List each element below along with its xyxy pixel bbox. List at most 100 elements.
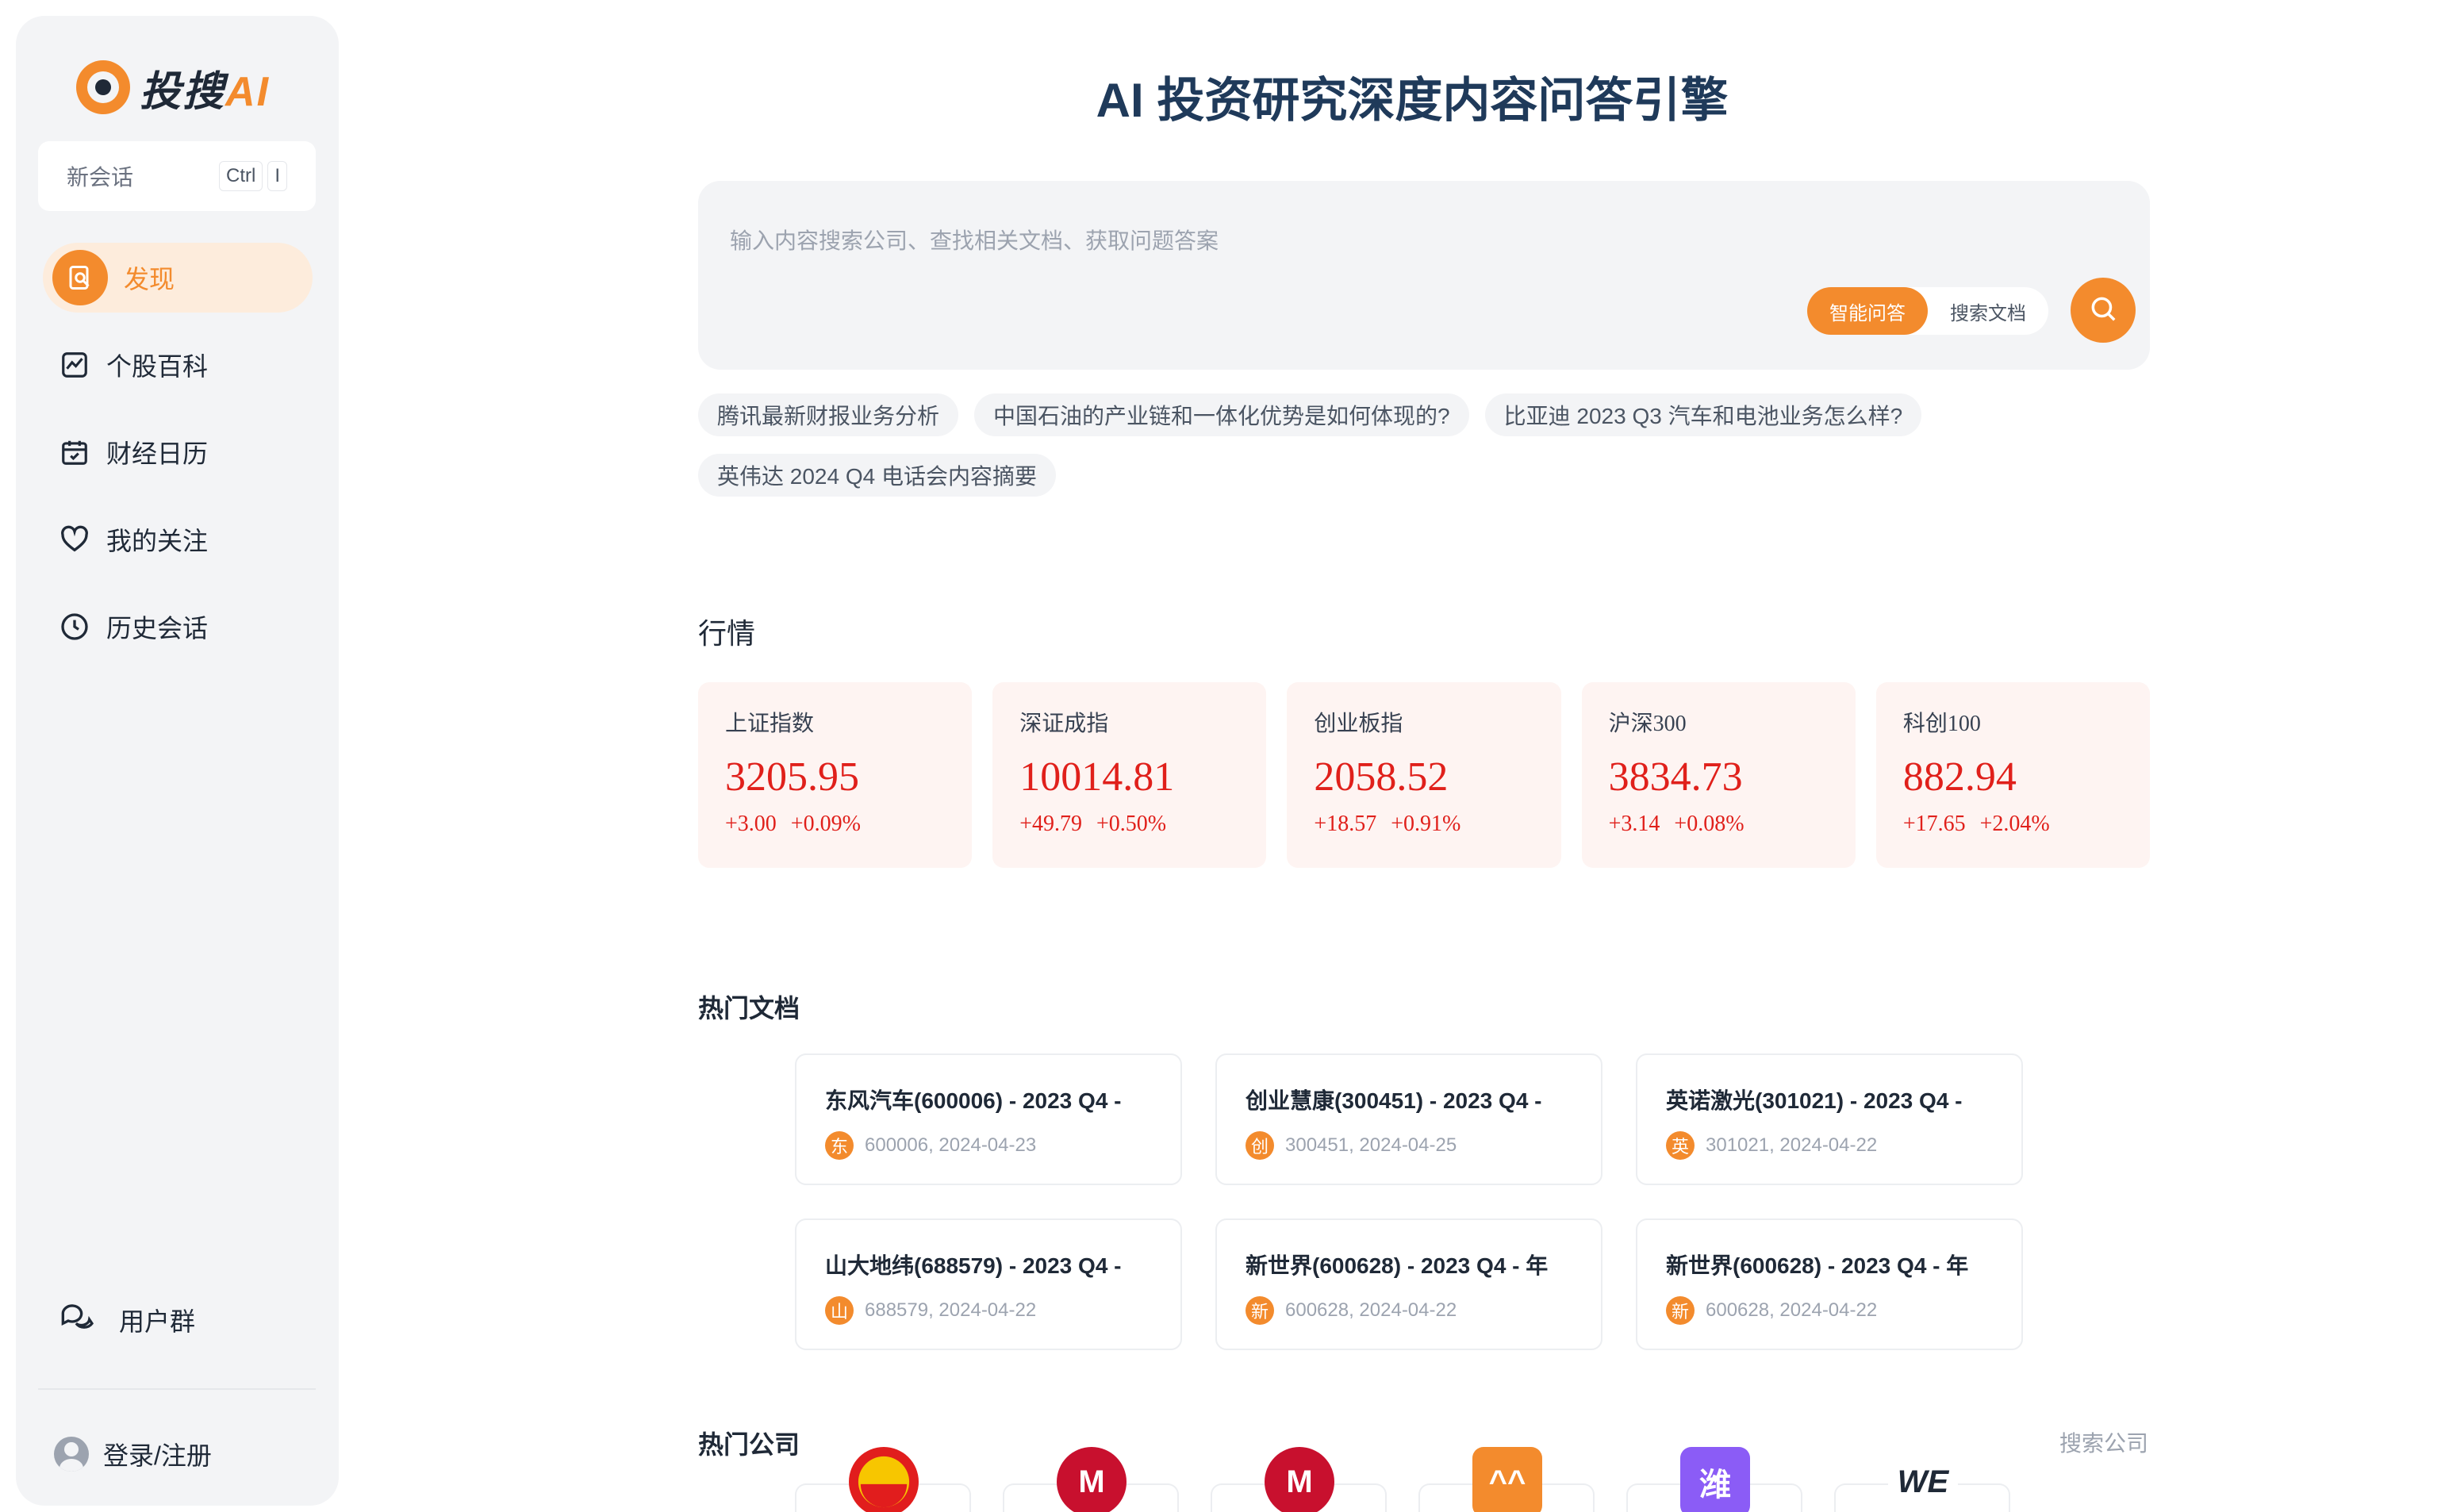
doc-card[interactable]: 东风汽车(600006) - 2023 Q4 - 东 600006, 2024-0…	[795, 1053, 1182, 1185]
doc-title: 创业慧康(300451) - 2023 Q4 -	[1246, 1088, 1542, 1113]
company-badge: 新	[1246, 1296, 1274, 1325]
index-change-pct: +2.04%	[1979, 812, 2050, 836]
index-change-pct: +0.50%	[1096, 812, 1167, 836]
suggestion-chip[interactable]: 比亚迪 2023 Q3 汽车和电池业务怎么样?	[1484, 393, 1922, 436]
search-company-link[interactable]: 搜索公司	[2059, 1426, 2148, 1458]
index-name: 科创100	[1902, 712, 1981, 736]
mode-search-docs[interactable]: 搜索文档	[1928, 287, 2048, 335]
weichai-logo-icon: 潍	[1680, 1447, 1750, 1512]
index-value: 3834.73	[1608, 754, 1743, 800]
index-value: 3205.95	[725, 754, 859, 800]
app-logo[interactable]: 投搜AI	[76, 48, 270, 127]
shortcut-hint: Ctrl I	[219, 161, 287, 191]
doc-title: 山大地纬(688579) - 2023 Q4 -	[825, 1253, 1122, 1278]
doc-meta: 600628, 2024-04-22	[1285, 1299, 1457, 1321]
market-card[interactable]: 创业板指 2058.52 +18.57 +0.91%	[1287, 682, 1561, 868]
new-chat-button[interactable]: 新会话 Ctrl I	[38, 141, 316, 211]
index-name: 上证指数	[725, 712, 815, 736]
sidebar-item-label: 历史会话	[106, 614, 209, 643]
market-card[interactable]: 上证指数 3205.95 +3.00 +0.09%	[698, 682, 973, 868]
sidebar-item-label: 我的关注	[106, 527, 209, 555]
index-name: 沪深300	[1608, 712, 1687, 736]
doc-card[interactable]: 山大地纬(688579) - 2023 Q4 - 山 688579, 2024-0…	[795, 1218, 1182, 1350]
calendar-icon	[59, 436, 90, 468]
hot-companies-row: M M ^^ 潍 WE	[795, 1447, 2010, 1512]
logo-text: 投搜	[140, 68, 226, 115]
doc-card[interactable]: 新世界(600628) - 2023 Q4 - 年 新 600628, 2024-…	[1636, 1218, 2023, 1350]
suggestion-chip[interactable]: 中国石油的产业链和一体化优势是如何体现的?	[974, 393, 1469, 436]
market-card[interactable]: 深证成指 10014.81 +49.79 +0.50%	[992, 682, 1267, 868]
doc-meta: 600628, 2024-04-22	[1706, 1299, 1878, 1321]
company-card[interactable]: 潍	[1626, 1447, 1802, 1512]
doc-title: 新世界(600628) - 2023 Q4 - 年	[1246, 1253, 1549, 1278]
market-card[interactable]: 沪深300 3834.73 +3.14 +0.08%	[1581, 682, 1856, 868]
index-change-pct: +0.09%	[790, 812, 861, 836]
index-name: 创业板指	[1314, 712, 1403, 736]
kbd-i: I	[267, 161, 287, 191]
doc-title: 东风汽车(600006) - 2023 Q4 -	[825, 1088, 1122, 1113]
doc-meta: 600006, 2024-04-23	[865, 1134, 1037, 1156]
sidebar-item-calendar[interactable]: 财经日历	[43, 417, 313, 487]
company-badge: 新	[1666, 1296, 1695, 1325]
sidebar-item-label: 财经日历	[106, 439, 209, 468]
doc-card[interactable]: 英诺激光(301021) - 2023 Q4 - 英 301021, 2024-0…	[1636, 1053, 2023, 1185]
discover-icon	[52, 250, 108, 305]
index-value: 10014.81	[1019, 754, 1175, 800]
sidebar-item-label: 个股百科	[106, 352, 209, 381]
index-change: +18.57	[1314, 812, 1377, 836]
doc-card[interactable]: 新世界(600628) - 2023 Q4 - 年 新 600628, 2024-…	[1215, 1218, 1602, 1350]
sidebar-item-favorites[interactable]: 我的关注	[43, 505, 313, 574]
doc-title: 英诺激光(301021) - 2023 Q4 -	[1666, 1088, 1963, 1113]
suggestion-chip[interactable]: 腾讯最新财报业务分析	[698, 393, 959, 436]
cmb-logo-icon: M	[1265, 1447, 1334, 1512]
company-card[interactable]	[795, 1447, 971, 1512]
cmb-logo-icon: M	[1057, 1447, 1127, 1512]
market-cards: 上证指数 3205.95 +3.00 +0.09% 深证成指 10014.81 +…	[698, 682, 2151, 868]
login-button[interactable]: 登录/注册	[54, 1436, 212, 1472]
company-card[interactable]: WE	[1834, 1447, 2010, 1512]
new-chat-label: 新会话	[67, 165, 134, 190]
user-group-link[interactable]: 用户群	[59, 1301, 195, 1339]
logo-ai-text: AI	[225, 68, 271, 115]
index-value: 2058.52	[1314, 754, 1449, 800]
doc-title: 新世界(600628) - 2023 Q4 - 年	[1666, 1253, 1969, 1278]
logo-icon	[76, 60, 130, 114]
avatar	[54, 1437, 89, 1472]
search-icon	[2088, 294, 2118, 328]
index-change-pct: +0.08%	[1674, 812, 1745, 836]
company-logo-icon: ^^	[1472, 1447, 1542, 1512]
company-card[interactable]: M	[1003, 1447, 1179, 1512]
index-value: 882.94	[1902, 754, 2017, 800]
hot-companies-title: 热门公司	[698, 1430, 800, 1459]
sidebar-divider	[38, 1388, 316, 1390]
sidebar-item-discover[interactable]: 发现	[43, 243, 313, 313]
company-card[interactable]: M	[1211, 1447, 1387, 1512]
search-mode-toggle: 智能问答 搜索文档	[1807, 287, 2048, 335]
market-card[interactable]: 科创100 882.94 +17.65 +2.04%	[1875, 682, 2151, 868]
company-badge: 东	[825, 1131, 854, 1160]
sidebar-item-stock-wiki[interactable]: 个股百科	[43, 330, 313, 400]
doc-meta: 301021, 2024-04-22	[1706, 1134, 1878, 1156]
company-card[interactable]: ^^	[1418, 1447, 1595, 1512]
index-change: +49.79	[1019, 812, 1082, 836]
index-name: 深证成指	[1019, 712, 1109, 736]
suggestion-chip[interactable]: 英伟达 2024 Q4 电话会内容摘要	[698, 454, 1056, 497]
company-badge: 英	[1666, 1131, 1695, 1160]
user-group-label: 用户群	[119, 1307, 196, 1336]
market-section-title: 行情	[698, 617, 756, 650]
doc-meta: 300451, 2024-04-25	[1285, 1134, 1457, 1156]
sidebar-item-history[interactable]: 历史会话	[43, 592, 313, 662]
search-input[interactable]	[730, 228, 2078, 254]
index-change-pct: +0.91%	[1391, 812, 1461, 836]
doc-card[interactable]: 创业慧康(300451) - 2023 Q4 - 创 300451, 2024-0…	[1215, 1053, 1602, 1185]
index-change: +3.00	[725, 812, 777, 836]
mode-smart-qa[interactable]: 智能问答	[1807, 287, 1928, 335]
sidebar: 投搜AI 新会话 Ctrl I 发现 个股百科 财经日历 我的关注 历史会话 用…	[16, 16, 339, 1506]
kbd-ctrl: Ctrl	[219, 161, 263, 191]
search-button[interactable]	[2071, 278, 2136, 343]
login-label: 登录/注册	[103, 1441, 212, 1470]
page-title: AI 投资研究深度内容问答引擎	[1096, 74, 1729, 127]
index-change: +3.14	[1608, 812, 1660, 836]
clock-icon	[59, 611, 90, 643]
company-badge: 山	[825, 1296, 854, 1325]
